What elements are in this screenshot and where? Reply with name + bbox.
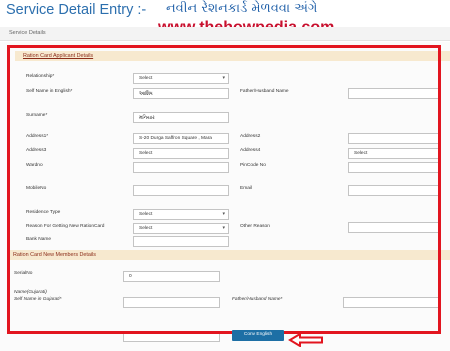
page-title: Service Detail Entry :- <box>6 2 147 18</box>
gujarati-title: નવીન રેશનકાર્ડ મેળવવા અંગે <box>166 1 318 16</box>
convert-english-button[interactable]: Conv English <box>232 330 284 341</box>
highlight-frame <box>7 45 441 334</box>
service-details-label: Service Details <box>9 30 46 36</box>
service-details-bar <box>0 27 450 41</box>
arrow-left-icon <box>288 333 323 347</box>
